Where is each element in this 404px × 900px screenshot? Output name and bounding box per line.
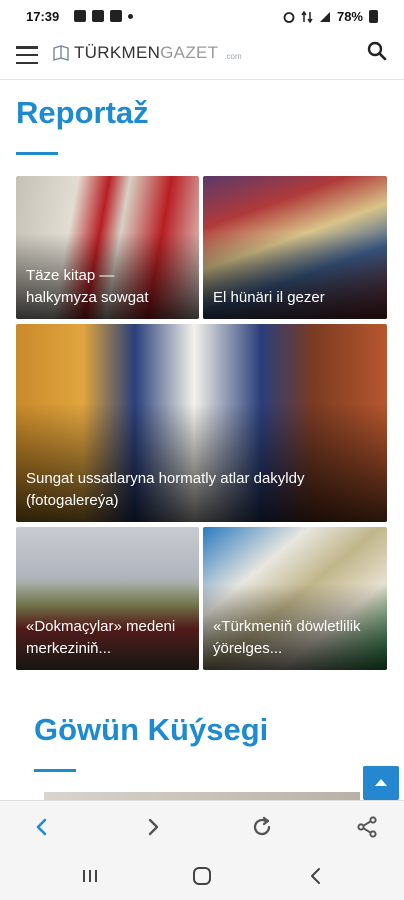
nav-back-icon[interactable] [304,864,328,888]
camera-icon [92,10,104,22]
signal-icon [319,11,330,22]
site-logo[interactable]: TÜRKMENGAZET .com [52,43,242,63]
news-card-caption[interactable]: «Dokmaçylar» medeni merkeziniň... [26,616,189,660]
notification-icons [74,10,133,22]
scroll-to-top-button[interactable] [363,766,399,800]
status-time: 17:39 [26,9,60,24]
logo-book-icon [53,45,69,61]
news-card[interactable]: Täze kitap — halkymyza sowgat [16,176,199,319]
news-card[interactable]: El hünäri il gezer [203,176,387,319]
status-bar: 17:39 78% [0,0,404,34]
battery-icon [369,10,378,23]
camera-icon [110,10,122,22]
reload-icon[interactable] [250,815,274,839]
alarm-icon [283,11,295,23]
section-underline [16,152,58,155]
news-card-caption[interactable]: Täze kitap — halkymyza sowgat [26,265,189,309]
section-title-gowun-kuysegi: Göwün Küýsegi [34,712,269,747]
news-card-featured[interactable]: Sungat ussatlaryna hormatly atlar dakyld… [16,324,387,522]
data-icon [301,10,313,23]
article-thumbnail[interactable] [44,792,360,800]
section-underline [34,769,76,772]
system-icons: 78% [283,9,378,24]
arrow-up-icon [375,779,387,786]
more-notifications-icon [128,14,133,19]
news-card[interactable]: «Dokmaçylar» medeni merkeziniň... [16,527,199,670]
search-icon[interactable] [366,40,388,62]
news-card-caption[interactable]: «Türkmeniň döwletlilik ýörelges... [213,616,377,660]
hamburger-icon[interactable] [16,46,38,64]
gallery-icon [74,10,86,22]
news-card[interactable]: «Türkmeniň döwletlilik ýörelges... [203,527,387,670]
battery-percent: 78% [336,9,363,24]
news-card-caption[interactable]: El hünäri il gezer [213,287,377,309]
browser-toolbar [0,800,404,852]
news-card-caption[interactable]: Sungat ussatlaryna hormatly atlar dakyld… [26,468,377,512]
share-icon[interactable] [355,815,379,839]
logo-text: TÜRKMENGAZET [74,43,219,62]
site-header: TÜRKMENGAZET .com [0,34,404,80]
section-title-reportaz: Reportaž [16,95,149,130]
chevron-left-icon[interactable] [30,815,54,839]
logo-domain: .com [224,51,242,61]
home-icon[interactable] [190,864,214,888]
system-navigation-bar [0,852,404,900]
recents-icon[interactable] [78,864,102,888]
chevron-right-icon[interactable] [141,815,165,839]
